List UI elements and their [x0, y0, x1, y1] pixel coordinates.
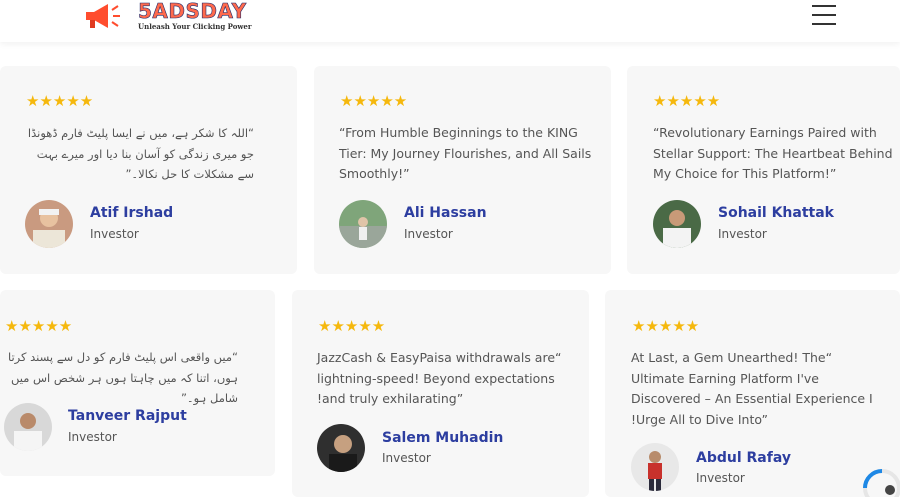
testimonial-card: ★★★★★ JazzCash & EasyPaisa withdrawals a…	[292, 290, 589, 497]
testimonial-quote: JazzCash & EasyPaisa withdrawals are“ li…	[317, 350, 562, 406]
testimonial-card: ★★★★★ “میں واقعی اس پلیٹ فارم کو دل سے پ…	[0, 290, 275, 476]
testimonial-role: Investor	[718, 227, 767, 241]
testimonial-quote: “میں واقعی اس پلیٹ فارم کو دل سے پسند کر…	[7, 350, 238, 405]
megaphone-icon	[84, 0, 124, 34]
testimonial-role: Investor	[90, 227, 139, 241]
avatar	[631, 443, 679, 491]
testimonial-name: Ali Hassan	[404, 205, 487, 221]
site-logo[interactable]: 5ADSDAY Unleash Your Clicking Power	[84, 0, 252, 36]
star-rating: ★★★★★	[653, 92, 721, 110]
testimonial-name: Salem Muhadin	[382, 430, 504, 446]
logo-tagline: Unleash Your Clicking Power	[138, 22, 252, 31]
testimonial-quote: “اللہ کا شکر ہے، میں نے ایسا پلیٹ فارم ڈ…	[27, 126, 254, 181]
testimonial-card: ★★★★★ At Last, a Gem Unearthed! The“ Ult…	[605, 290, 900, 497]
testimonial-role: Investor	[404, 227, 453, 241]
star-rating: ★★★★★	[318, 317, 386, 335]
hamburger-menu-icon[interactable]	[812, 5, 836, 25]
avatar	[339, 200, 387, 248]
testimonial-quote: “From Humble Beginnings to the KING Tier…	[339, 125, 592, 181]
testimonial-role: Investor	[382, 451, 431, 465]
avatar	[4, 403, 52, 451]
testimonial-name: Abdul Rafay	[696, 450, 791, 466]
logo-title: 5ADSDAY	[138, 0, 247, 23]
testimonial-role: Investor	[68, 430, 117, 444]
testimonial-quote: “Revolutionary Earnings Paired with Stel…	[653, 125, 893, 181]
star-rating: ★★★★★	[632, 317, 700, 335]
testimonial-card: ★★★★★ “From Humble Beginnings to the KIN…	[314, 66, 611, 274]
testimonial-name: Atif Irshad	[90, 205, 174, 221]
testimonial-role: Investor	[696, 471, 745, 485]
testimonial-name: Sohail Khattak	[718, 205, 834, 221]
avatar	[25, 200, 73, 248]
avatar	[653, 200, 701, 248]
loading-spinner-icon[interactable]	[860, 466, 900, 497]
site-header: 5ADSDAY Unleash Your Clicking Power	[0, 0, 900, 42]
testimonial-quote: At Last, a Gem Unearthed! The“ Ultimate …	[631, 350, 873, 427]
star-rating: ★★★★★	[5, 317, 73, 335]
testimonial-name: Tanveer Rajput	[68, 408, 187, 424]
star-rating: ★★★★★	[26, 92, 94, 110]
testimonial-card: ★★★★★ “Revolutionary Earnings Paired wit…	[627, 66, 900, 274]
star-rating: ★★★★★	[340, 92, 408, 110]
testimonial-card: ★★★★★ “اللہ کا شکر ہے، میں نے ایسا پلیٹ …	[0, 66, 297, 274]
avatar	[317, 424, 365, 472]
